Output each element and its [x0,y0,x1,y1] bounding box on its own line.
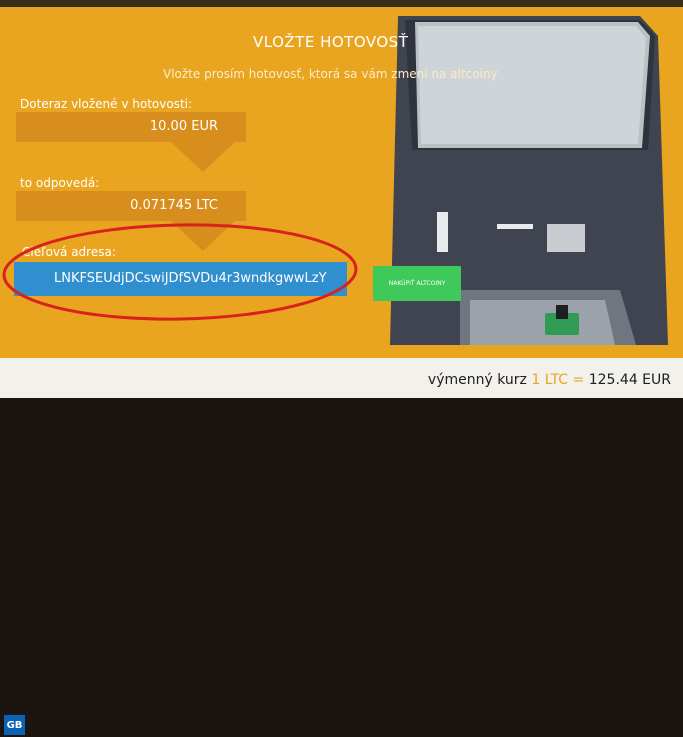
rate-value: 125.44 EUR [588,372,671,388]
footer-bar: GB výmenný kurz 1 LTC = 125.44 EUR [0,358,683,735]
exchange-rate: výmenný kurz 1 LTC = 125.44 EUR [428,372,671,388]
rate-label: výmenný kurz [427,372,527,388]
atm-screen: VLOŽTE HOTOVOSŤ Vložte prosím hotovosť, … [0,0,683,398]
rate-equals: = [572,372,585,388]
rate-base: 1 LTC [531,372,569,388]
gb-logo-icon: GB [4,715,25,735]
annotation-ellipse [2,223,358,321]
logo-text: GB [6,720,23,731]
